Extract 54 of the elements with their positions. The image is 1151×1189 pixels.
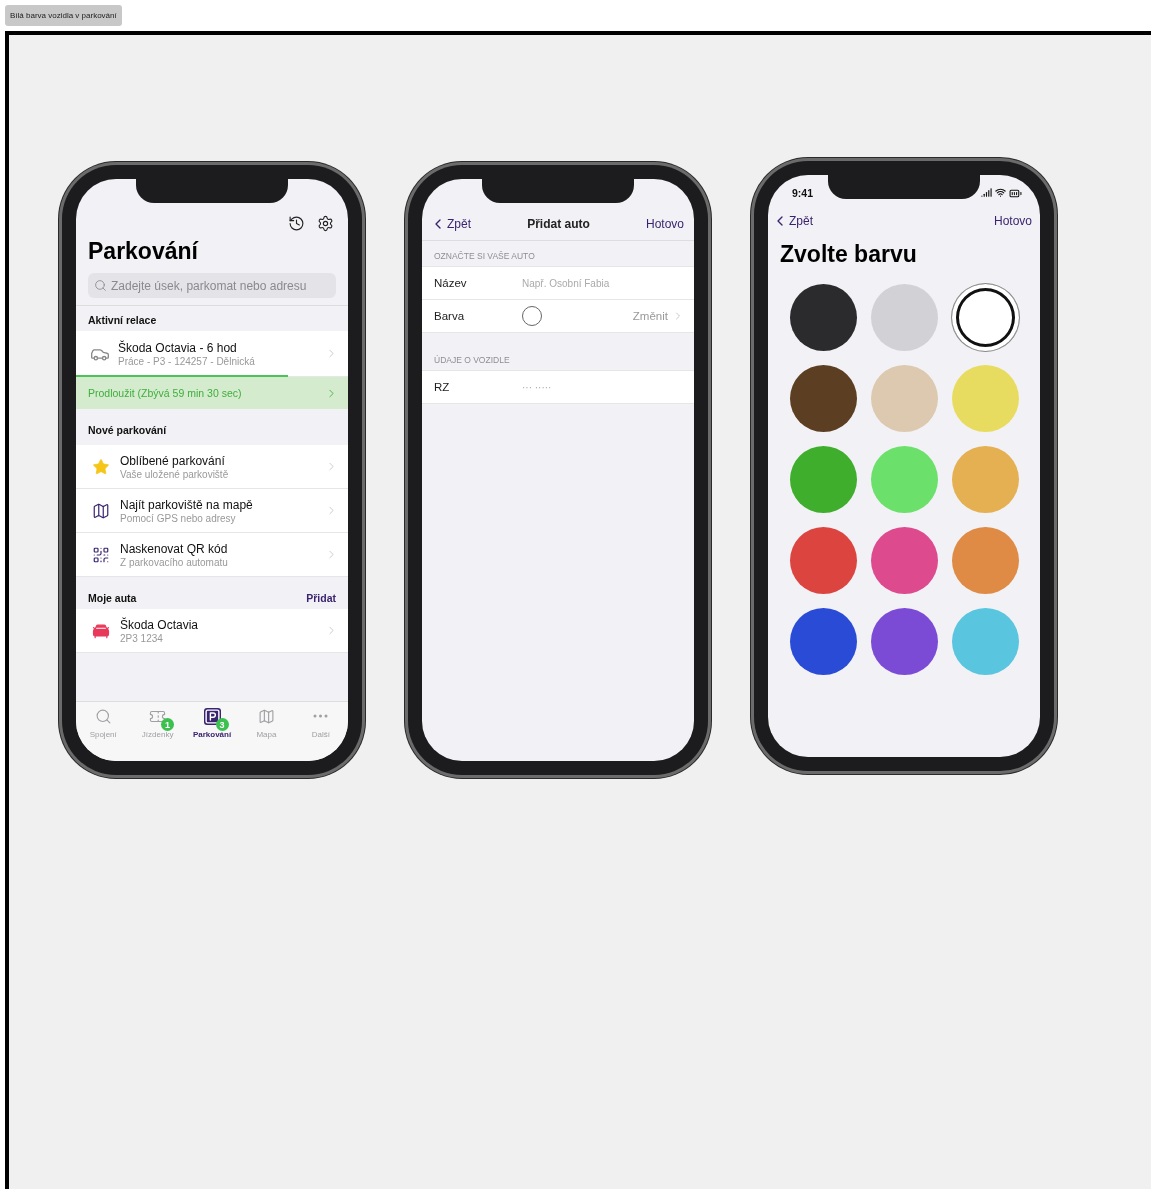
wifi-icon xyxy=(995,186,1006,198)
field-label: Barva xyxy=(434,310,466,322)
color-option[interactable] xyxy=(951,284,1019,351)
field-label: RZ xyxy=(434,381,451,393)
parking-icon xyxy=(203,708,221,725)
more-icon xyxy=(313,714,329,718)
settings-button[interactable] xyxy=(317,215,334,232)
settings-icon xyxy=(317,215,334,232)
star-icon xyxy=(92,457,110,476)
section-header: Moje auta xyxy=(88,592,137,604)
row-title: Naskenovat QR kód xyxy=(120,541,229,556)
row-title: Škoda Octavia - 6 hod xyxy=(118,340,238,355)
screen-title: Parkování xyxy=(87,237,200,265)
row-subtitle: Z parkovacího automatu xyxy=(120,556,229,568)
menu-row[interactable]: Naskenovat QR kód Z parkovacího automatu xyxy=(76,533,348,577)
tab-badge: 3 xyxy=(215,718,229,731)
tab-badge: 1 xyxy=(161,718,175,731)
row-title: Najít parkoviště na mapě xyxy=(120,497,254,512)
add-link[interactable]: Přidat xyxy=(306,592,336,604)
field-label: Název xyxy=(434,277,468,289)
section-header: ÚDAJE O VOZIDLE xyxy=(433,354,511,367)
history-icon xyxy=(288,215,305,232)
done-link[interactable]: Hotovo xyxy=(993,214,1032,228)
search-field[interactable]: Zadejte úsek, parkomat nebo adresu xyxy=(88,273,336,298)
back-link[interactable]: Zpět xyxy=(772,213,813,229)
map-icon xyxy=(257,708,275,725)
menu-row[interactable]: Oblíbené parkování Vaše uložené parkoviště xyxy=(76,445,348,489)
row-subtitle: 2P3 1234 xyxy=(120,632,164,644)
done-link[interactable]: Hotovo xyxy=(645,217,684,231)
screen-title: Zvolte barvu xyxy=(779,240,918,268)
row-subtitle: Pomocí GPS nebo adresy xyxy=(120,512,237,524)
ticket-icon xyxy=(149,708,167,725)
car-row[interactable]: Škoda Octavia 2P3 1234 xyxy=(76,609,348,653)
search-icon xyxy=(94,708,112,725)
row-subtitle: Vaše uložené parkoviště xyxy=(120,468,230,480)
caption-label: Bílá barva vozidla v parkování xyxy=(5,5,122,26)
extend-label: Prodloužit (Zbývá 59 min 30 sec) xyxy=(88,387,242,399)
section-header: Nové parkování xyxy=(88,424,167,436)
signal-icon xyxy=(981,186,992,198)
back-link[interactable]: Zpět xyxy=(430,216,471,232)
status-time: 9:41 xyxy=(792,187,813,199)
section-header: Aktivní relace xyxy=(88,314,157,326)
menu-row[interactable]: Najít parkoviště na mapě Pomocí GPS nebo adresy xyxy=(76,489,348,533)
row-title: Škoda Octavia xyxy=(120,617,200,632)
qr-code-icon xyxy=(92,545,110,564)
session-row[interactable]: Škoda Octavia - 6 hod Práce - P3 - 124257 - Dělnická xyxy=(76,331,348,377)
tab[interactable]: 3 Parkování xyxy=(184,708,240,761)
search-icon xyxy=(94,279,107,292)
row-subtitle: Práce - P3 - 124257 - Dělnická xyxy=(118,355,256,367)
nav-title: Přidat auto xyxy=(527,217,590,231)
map-icon xyxy=(92,501,110,520)
row-title: Oblíbené parkování xyxy=(120,453,226,468)
history-button[interactable] xyxy=(288,215,305,232)
section-header: OZNAČTE SI VAŠE AUTO xyxy=(433,250,536,263)
